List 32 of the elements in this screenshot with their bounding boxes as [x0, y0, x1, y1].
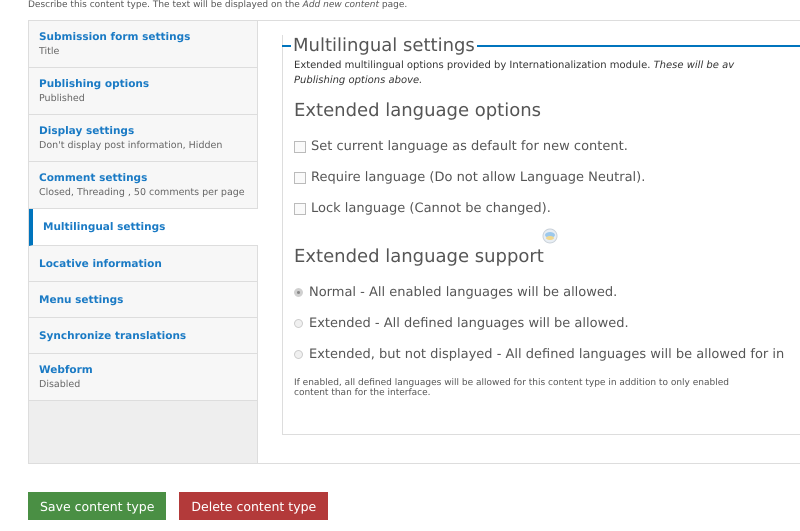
- vertical-tab[interactable]: Synchronize translations: [29, 318, 257, 354]
- checkbox-option[interactable]: Lock language (Cannot be changed).: [294, 193, 800, 224]
- radio-option[interactable]: Extended - All defined languages will be allowed.: [294, 308, 800, 339]
- radio-button[interactable]: [294, 319, 303, 328]
- vertical-tab[interactable]: Submission form settings Title: [29, 21, 257, 68]
- description-text: Extended multilingual options provided by Internationalization module. These will be av: [294, 60, 736, 71]
- section-heading: Extended language options: [294, 100, 542, 121]
- radio-button[interactable]: [294, 288, 303, 297]
- vertical-tab[interactable]: Multilingual settings: [29, 209, 258, 246]
- vertical-tab[interactable]: Webform Disabled: [29, 354, 257, 401]
- checkbox-option[interactable]: Require language (Do not allow Language Neutral).: [294, 162, 800, 193]
- checkbox[interactable]: [294, 202, 306, 214]
- delete-button[interactable]: Delete content type: [179, 492, 328, 520]
- fieldset-legend: Multilingual settings: [291, 35, 477, 56]
- description-text: Publishing options above.: [294, 75, 424, 86]
- radio-button[interactable]: [294, 350, 303, 359]
- section-heading: Extended language support: [294, 246, 544, 267]
- save-button[interactable]: Save content type: [28, 492, 166, 520]
- checkbox[interactable]: [294, 140, 306, 152]
- help-text: If enabled, all defined languages will be allowed for this content type in addition to only enabled: [294, 378, 730, 388]
- description-text: Describe this content type. The text will be displayed on the Add new content page.: [27, 0, 408, 12]
- checkbox[interactable]: [294, 172, 306, 184]
- vertical-tab[interactable]: Locative information: [29, 246, 257, 282]
- radio-option[interactable]: Extended, but not displayed - All defined languages will be allowed for in: [294, 339, 800, 370]
- vertical-tab[interactable]: Display settings Don't display post information, Hidden: [29, 115, 257, 162]
- checkbox-option[interactable]: Set current language as default for new content.: [294, 131, 800, 162]
- vertical-tab[interactable]: Comment settings Closed, Threading , 50 comments per page: [29, 162, 257, 209]
- vertical-tab[interactable]: Publishing options Published: [29, 68, 257, 115]
- loading-spinner-icon: [542, 228, 558, 244]
- radio-option[interactable]: Normal - All enabled languages will be allowed.: [294, 277, 800, 308]
- vertical-tab[interactable]: Menu settings: [29, 282, 257, 318]
- help-text: content than for the interface.: [294, 388, 432, 398]
